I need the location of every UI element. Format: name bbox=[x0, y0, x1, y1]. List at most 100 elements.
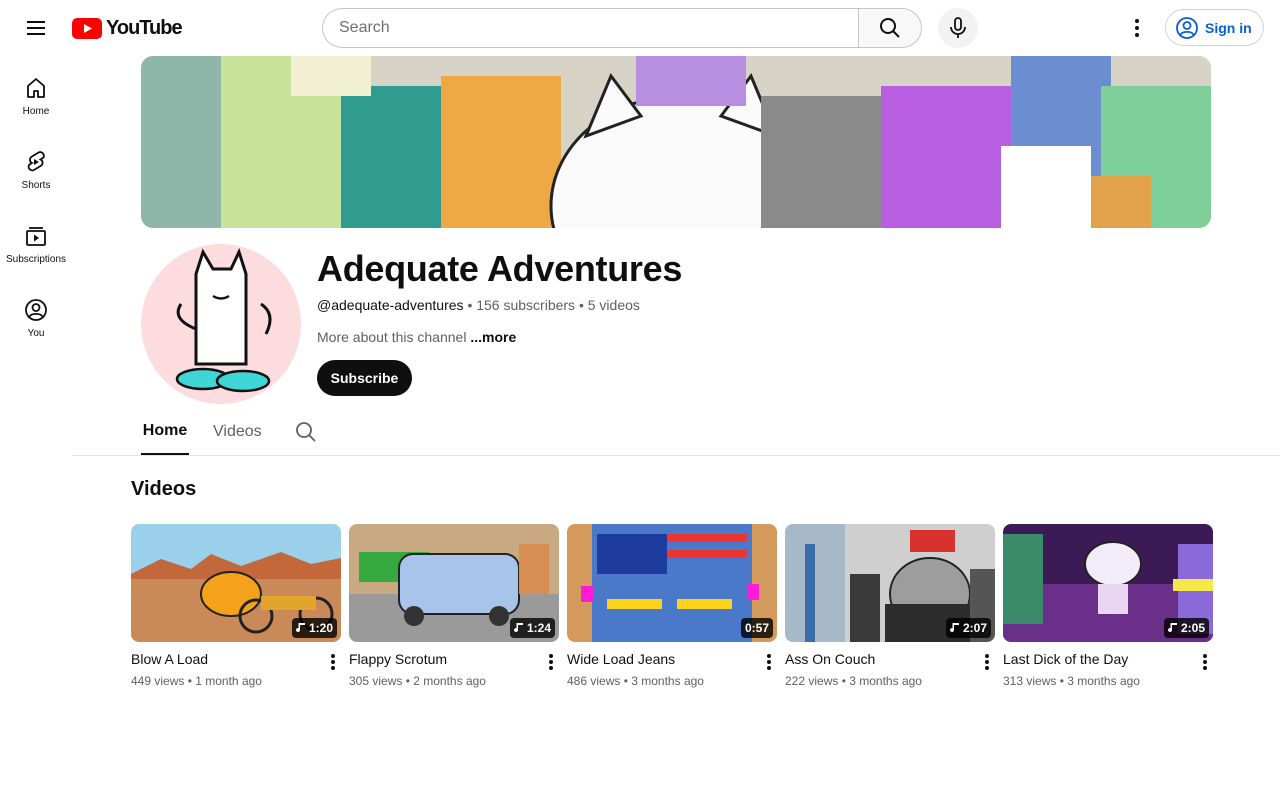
view-count: 486 views bbox=[567, 674, 621, 688]
search-icon bbox=[296, 421, 316, 442]
video-metadata: 305 views • 2 months ago bbox=[349, 674, 486, 688]
sign-in-button[interactable]: Sign in bbox=[1165, 9, 1264, 46]
duration-text: 0:57 bbox=[744, 621, 769, 635]
video-title[interactable]: Blow A Load bbox=[131, 651, 316, 667]
more-vert-icon bbox=[985, 654, 989, 670]
video-duration: 0:57 bbox=[740, 618, 773, 638]
sidebar-item-you[interactable]: You bbox=[0, 278, 72, 352]
music-note-icon bbox=[513, 623, 523, 633]
more-vert-icon bbox=[767, 654, 771, 670]
top-bar: YouTube Sign in bbox=[0, 0, 1280, 56]
upload-age: 3 months ago bbox=[849, 674, 922, 688]
meta-separator: • bbox=[620, 674, 632, 688]
subscribe-button[interactable]: Subscribe bbox=[317, 360, 412, 396]
video-metadata: 449 views • 1 month ago bbox=[131, 674, 262, 688]
view-count: 305 views bbox=[349, 674, 403, 688]
channel-name: Adequate Adventures bbox=[317, 248, 683, 289]
shorts-icon bbox=[27, 151, 45, 172]
sidebar-item-label: You bbox=[27, 328, 45, 339]
more-vert-icon bbox=[549, 654, 553, 670]
channel-search-button[interactable] bbox=[294, 408, 318, 455]
video-thumbnail[interactable]: 1:20 bbox=[131, 524, 341, 642]
video-duration: 1:24 bbox=[509, 618, 555, 638]
sidebar-item-label: Home bbox=[22, 106, 50, 117]
search-input[interactable] bbox=[322, 8, 859, 48]
tab-videos[interactable]: Videos bbox=[213, 408, 262, 455]
channel-avatar[interactable] bbox=[141, 244, 301, 404]
video-card: 2:07 Ass On Couch 222 views • 3 months a… bbox=[785, 524, 995, 694]
meta-separator: • bbox=[184, 674, 196, 688]
video-menu-button[interactable] bbox=[543, 652, 559, 672]
voice-search-button[interactable] bbox=[938, 8, 978, 48]
channel-about-link[interactable]: More about this channel ...more bbox=[317, 329, 516, 345]
meta-separator: • bbox=[1056, 674, 1068, 688]
menu-button[interactable] bbox=[20, 12, 52, 44]
youtube-logo[interactable]: YouTube bbox=[72, 16, 183, 39]
more-vert-icon bbox=[331, 654, 335, 670]
video-card: 2:05 Last Dick of the Day 313 views • 3 … bbox=[1003, 524, 1213, 694]
video-title[interactable]: Last Dick of the Day bbox=[1003, 651, 1188, 667]
video-duration: 2:07 bbox=[945, 618, 991, 638]
video-thumbnail[interactable]: 1:24 bbox=[349, 524, 559, 642]
video-card: 1:24 Flappy Scrotum 305 views • 2 months… bbox=[349, 524, 559, 694]
upload-age: 2 months ago bbox=[413, 674, 486, 688]
microphone-icon bbox=[950, 17, 966, 38]
video-shelf: 1:20 Blow A Load 449 views • 1 month ago bbox=[131, 524, 1213, 694]
more-vert-icon bbox=[1203, 654, 1207, 670]
channel-banner bbox=[141, 56, 1211, 228]
duration-text: 1:20 bbox=[308, 621, 333, 635]
duration-text: 2:07 bbox=[962, 621, 987, 635]
video-thumbnail[interactable]: 2:07 bbox=[785, 524, 995, 642]
you-icon bbox=[25, 299, 47, 321]
upload-age: 1 month ago bbox=[195, 674, 262, 688]
meta-separator: • bbox=[838, 674, 850, 688]
subscriber-count: 156 subscribers bbox=[476, 297, 576, 313]
video-metadata: 222 views • 3 months ago bbox=[785, 674, 922, 688]
video-card: 1:20 Blow A Load 449 views • 1 month ago bbox=[131, 524, 341, 694]
search-icon bbox=[880, 18, 900, 38]
video-thumbnail[interactable]: 0:57 bbox=[567, 524, 777, 642]
upload-age: 3 months ago bbox=[631, 674, 704, 688]
hamburger-icon bbox=[27, 21, 45, 35]
view-count: 222 views bbox=[785, 674, 839, 688]
video-metadata: 313 views • 3 months ago bbox=[1003, 674, 1140, 688]
sidebar-item-label: Shorts bbox=[21, 180, 51, 191]
sign-in-label: Sign in bbox=[1205, 19, 1252, 36]
logo-text: YouTube bbox=[106, 16, 183, 39]
section-title: Videos bbox=[131, 478, 197, 500]
search-button[interactable] bbox=[858, 8, 922, 48]
video-count: 5 videos bbox=[587, 297, 640, 313]
account-circle-icon bbox=[1176, 16, 1198, 39]
channel-tabs: Home Videos bbox=[72, 408, 1280, 456]
settings-menu-button[interactable] bbox=[1121, 12, 1153, 44]
video-duration: 1:20 bbox=[291, 618, 337, 638]
video-menu-button[interactable] bbox=[325, 652, 341, 672]
view-count: 449 views bbox=[131, 674, 185, 688]
home-icon bbox=[27, 78, 45, 98]
view-count: 313 views bbox=[1003, 674, 1057, 688]
sidebar-item-shorts[interactable]: Shorts bbox=[0, 130, 72, 204]
duration-text: 1:24 bbox=[526, 621, 551, 635]
meta-separator: • bbox=[402, 674, 414, 688]
sidebar-item-home[interactable]: Home bbox=[0, 56, 72, 130]
video-menu-button[interactable] bbox=[761, 652, 777, 672]
video-title[interactable]: Wide Load Jeans bbox=[567, 651, 752, 667]
video-title[interactable]: Flappy Scrotum bbox=[349, 651, 534, 667]
video-menu-button[interactable] bbox=[979, 652, 995, 672]
about-more: ...more bbox=[470, 329, 517, 345]
sidebar-item-subscriptions[interactable]: Subscriptions bbox=[0, 204, 72, 278]
video-duration: 2:05 bbox=[1163, 618, 1209, 638]
channel-metadata: @adequate-adventures • 156 subscribers •… bbox=[317, 297, 640, 313]
video-thumbnail[interactable]: 2:05 bbox=[1003, 524, 1213, 642]
channel-handle: @adequate-adventures bbox=[317, 297, 464, 313]
about-text: More about this channel bbox=[317, 329, 467, 345]
sidebar-item-label: Subscriptions bbox=[5, 254, 67, 265]
music-note-icon bbox=[1167, 623, 1177, 633]
video-title[interactable]: Ass On Couch bbox=[785, 651, 970, 667]
video-menu-button[interactable] bbox=[1197, 652, 1213, 672]
subscriptions-icon bbox=[26, 227, 46, 246]
tab-home[interactable]: Home bbox=[141, 408, 189, 455]
mini-guide: Home Shorts Subscriptions You bbox=[0, 56, 72, 352]
youtube-play-icon bbox=[72, 17, 102, 39]
upload-age: 3 months ago bbox=[1067, 674, 1140, 688]
